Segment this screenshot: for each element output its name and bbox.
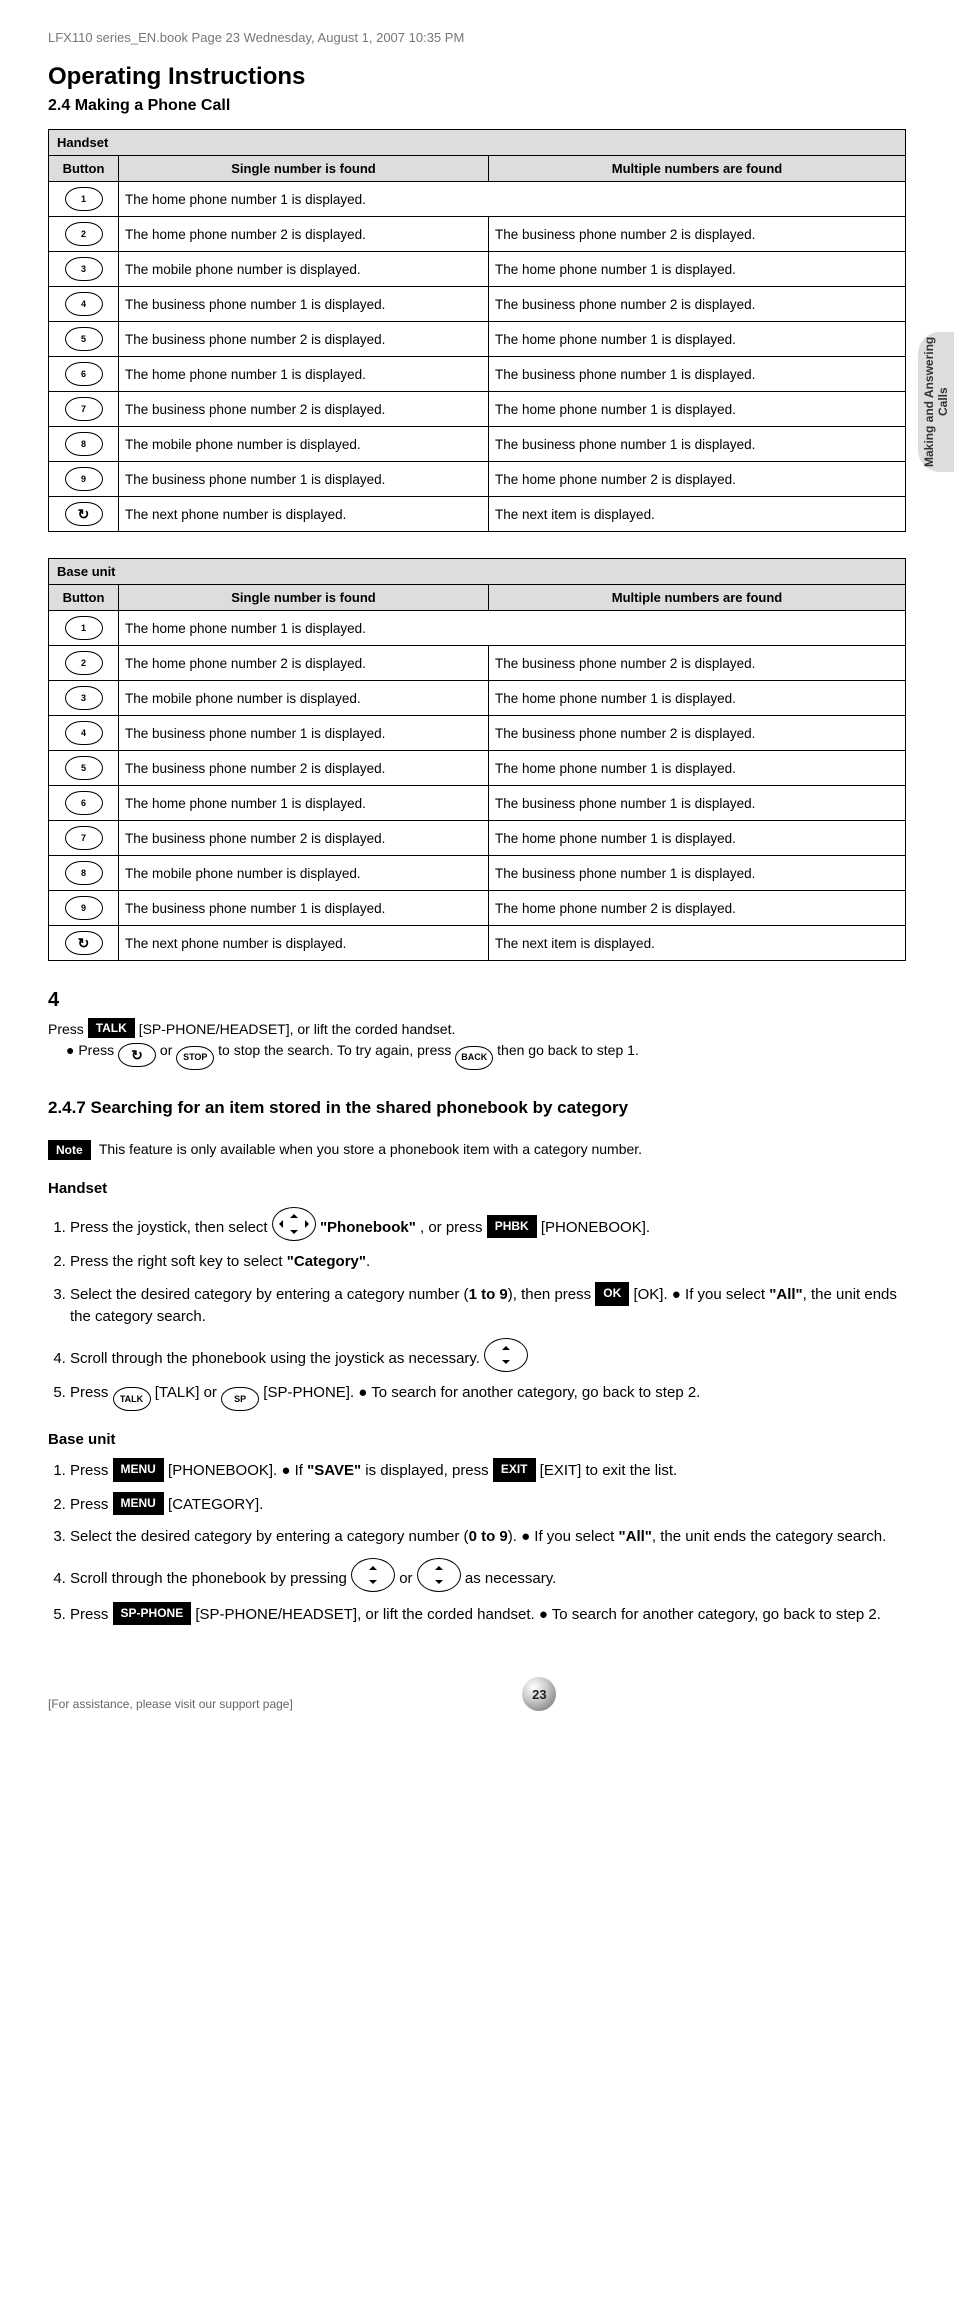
joystick-icon (272, 1207, 316, 1241)
menu-button: MENU (113, 1458, 164, 1481)
key-3-icon: 3 (65, 257, 103, 281)
nav-up-icon (351, 1558, 395, 1592)
table-row: 8The mobile phone number is displayed.Th… (49, 856, 906, 891)
base-unit-label: Base unit (48, 1431, 906, 1448)
key-8-icon: 8 (65, 432, 103, 456)
th-button: Button (49, 156, 119, 182)
page-footer: [For assistance, please visit our suppor… (48, 1677, 906, 1739)
sp-phone-button: SP-PHONE (113, 1602, 192, 1625)
table-row: 3The mobile phone number is displayed.Th… (49, 681, 906, 716)
list-item: Press MENU [CATEGORY]. (70, 1492, 906, 1516)
step-4-heading: 4 (48, 989, 906, 1012)
button-table-handset: Handset Button Single number is found Mu… (48, 129, 906, 532)
key-1-icon: 1 (65, 616, 103, 640)
section-2-4-7-heading: 2.4.7 Searching for an item stored in th… (48, 1098, 906, 1118)
handset-steps: Press the joystick, then select "Phonebo… (48, 1207, 906, 1412)
page-header: LFX110 series_EN.book Page 23 Wednesday,… (48, 30, 906, 45)
key-5-icon: 5 (65, 327, 103, 351)
button-table-base: Base unit Button Single number is found … (48, 558, 906, 961)
step-4-text: Press TALK [SP-PHONE/HEADSET], or lift t… (48, 1018, 906, 1038)
key-2-icon: 2 (65, 651, 103, 675)
table-row: ↻The next phone number is displayed.The … (49, 926, 906, 961)
step-4-bullet: ● Press ↻ or STOP to stop the search. To… (66, 1042, 906, 1070)
key-8-icon: 8 (65, 861, 103, 885)
list-item: Press MENU [PHONEBOOK]. ● If "SAVE" is d… (70, 1458, 906, 1482)
stop-key-icon: STOP (176, 1046, 214, 1070)
ok-button: OK (595, 1282, 629, 1305)
list-item: Press the right soft key to select "Cate… (70, 1251, 906, 1273)
table-row: 2The home phone number 2 is displayed.Th… (49, 646, 906, 681)
key-9-icon: 9 (65, 896, 103, 920)
list-item: Press TALK [TALK] or SP [SP-PHONE]. ● To… (70, 1382, 906, 1412)
list-item: Scroll through the phonebook using the j… (70, 1338, 906, 1372)
table-row: 4The business phone number 1 is displaye… (49, 287, 906, 322)
th-single: Single number is found (119, 585, 489, 611)
talk-key-icon: TALK (113, 1387, 151, 1411)
table-row: 7The business phone number 2 is displaye… (49, 821, 906, 856)
table-row: 2The home phone number 2 is displayed.Th… (49, 217, 906, 252)
key-6-icon: 6 (65, 791, 103, 815)
key-5-icon: 5 (65, 756, 103, 780)
key-7-icon: 7 (65, 397, 103, 421)
key-4-icon: 4 (65, 292, 103, 316)
th-button: Button (49, 585, 119, 611)
refresh-icon: ↻ (118, 1043, 156, 1067)
note-block: Note This feature is only available when… (48, 1140, 906, 1160)
note-label: Note (48, 1140, 91, 1160)
list-item: Select the desired category by entering … (70, 1282, 906, 1328)
doc-subtitle: 2.4 Making a Phone Call (48, 97, 906, 115)
table-row: 1The home phone number 1 is displayed. (49, 611, 906, 646)
th-single: Single number is found (119, 156, 489, 182)
nav-up-down-icon (484, 1338, 528, 1372)
nav-down-icon (417, 1558, 461, 1592)
doc-title: Operating Instructions (48, 63, 906, 91)
menu-button: MENU (113, 1492, 164, 1515)
refresh-icon: ↻ (65, 931, 103, 955)
table-row: 5The business phone number 2 is displaye… (49, 322, 906, 357)
base-unit-steps: Press MENU [PHONEBOOK]. ● If "SAVE" is d… (48, 1458, 906, 1625)
th-multi: Multiple numbers are found (489, 585, 906, 611)
table-row: 9The business phone number 1 is displaye… (49, 462, 906, 497)
table-row: 8The mobile phone number is displayed.Th… (49, 427, 906, 462)
exit-button: EXIT (493, 1458, 536, 1481)
th-multi: Multiple numbers are found (489, 156, 906, 182)
key-3-icon: 3 (65, 686, 103, 710)
handset-label: Handset (48, 1180, 906, 1197)
key-7-icon: 7 (65, 826, 103, 850)
table-row: ↻The next phone number is displayed.The … (49, 497, 906, 532)
key-2-icon: 2 (65, 222, 103, 246)
table-row: 9The business phone number 1 is displaye… (49, 891, 906, 926)
sp-phone-button: TALK (88, 1018, 135, 1038)
table-row: 3The mobile phone number is displayed.Th… (49, 252, 906, 287)
key-1-icon: 1 (65, 187, 103, 211)
table-row: 6The home phone number 1 is displayed.Th… (49, 786, 906, 821)
table-row: 1The home phone number 1 is displayed. (49, 182, 906, 217)
sp-key-icon: SP (221, 1387, 259, 1411)
key-9-icon: 9 (65, 467, 103, 491)
table-row: 4The business phone number 1 is displaye… (49, 716, 906, 751)
table-row: 5The business phone number 2 is displaye… (49, 751, 906, 786)
phonebook-button: PHBK (487, 1215, 537, 1238)
list-item: Press the joystick, then select "Phonebo… (70, 1207, 906, 1241)
footer-note: [For assistance, please visit our suppor… (48, 1697, 293, 1711)
list-item: Scroll through the phonebook by pressing… (70, 1558, 906, 1592)
back-key-icon: BACK (455, 1046, 493, 1070)
key-4-icon: 4 (65, 721, 103, 745)
refresh-icon: ↻ (65, 502, 103, 526)
table1-mode: Handset (49, 130, 906, 156)
table2-mode: Base unit (49, 559, 906, 585)
table-row: 7The business phone number 2 is displaye… (49, 392, 906, 427)
side-tab: Making and Answering Calls (918, 332, 954, 472)
list-item: Select the desired category by entering … (70, 1526, 906, 1548)
table-row: 6The home phone number 1 is displayed.Th… (49, 357, 906, 392)
key-6-icon: 6 (65, 362, 103, 386)
list-item: Press SP-PHONE [SP-PHONE/HEADSET], or li… (70, 1602, 906, 1626)
page-number-sphere: 23 (522, 1677, 556, 1711)
